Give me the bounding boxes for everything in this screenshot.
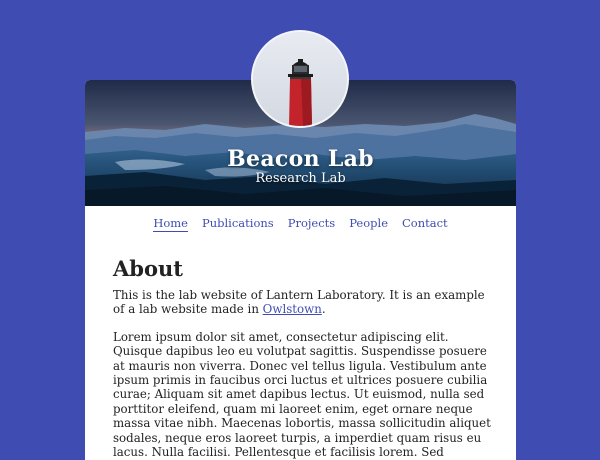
site-card: Beacon Lab Research Lab Home Publication… <box>85 80 516 460</box>
main-navigation: Home Publications Projects People Contac… <box>85 216 516 232</box>
lorem-paragraph: Lorem ipsum dolor sit amet, consectetur … <box>113 329 491 460</box>
nav-home-link[interactable]: Home <box>153 216 188 232</box>
intro-paragraph: This is the lab website of Lantern Labor… <box>113 288 493 317</box>
nav-people-link[interactable]: People <box>349 216 388 232</box>
page-heading: About <box>113 256 183 281</box>
lighthouse-logo[interactable] <box>253 32 347 126</box>
lighthouse-icon <box>253 32 347 126</box>
main-content: About This is the lab website of Lantern… <box>113 256 493 460</box>
nav-publications-link[interactable]: Publications <box>202 216 274 232</box>
nav-projects-link[interactable]: Projects <box>288 216 336 232</box>
site-title[interactable]: Beacon Lab <box>85 146 516 172</box>
nav-contact-link[interactable]: Contact <box>402 216 448 232</box>
site-subtitle: Research Lab <box>255 171 346 186</box>
owlstown-link[interactable]: Owlstown <box>263 302 322 316</box>
intro-text-end: . <box>321 302 326 317</box>
